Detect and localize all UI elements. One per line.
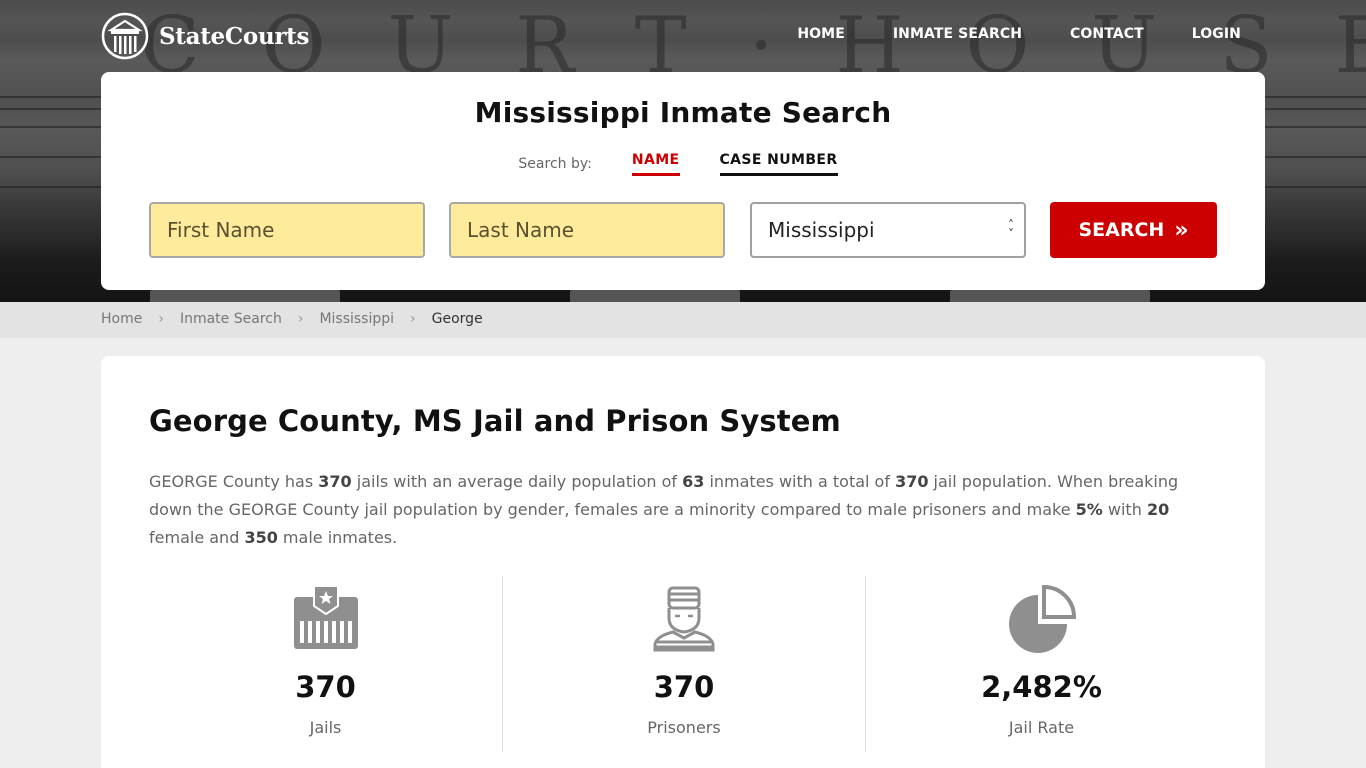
stats-row: 370 Jails 370 Prisoners 2,482% Jail Rate (149, 576, 1217, 752)
content-card: George County, MS Jail and Prison System… (101, 356, 1265, 768)
search-by-tabs: Search by: NAME CASE NUMBER (101, 152, 1265, 176)
stat-label: Jails (309, 718, 342, 737)
search-card: Mississippi Inmate Search Search by: NAM… (101, 72, 1265, 290)
stat-jail-rate: 2,482% Jail Rate (865, 576, 1217, 752)
stat-value: 370 (295, 670, 356, 704)
county-summary: GEORGE County has 370 jails with an aver… (149, 468, 1224, 552)
tab-name[interactable]: NAME (631, 152, 680, 176)
first-name-input[interactable] (149, 202, 425, 258)
search-by-label: Search by: (518, 156, 592, 172)
breadcrumb-inmate-search[interactable]: Inmate Search (180, 311, 282, 327)
chevron-right-icon: › (410, 311, 416, 327)
breadcrumb-mississippi[interactable]: Mississippi (319, 311, 394, 327)
summary-male-count: 350 (244, 528, 278, 547)
stat-prisoners: 370 Prisoners (502, 576, 865, 752)
site-logo[interactable]: StateCourts (101, 12, 309, 60)
courthouse-logo-icon (101, 12, 149, 60)
page-title: George County, MS Jail and Prison System (149, 404, 841, 438)
summary-total-population: 370 (895, 472, 929, 491)
nav-inmate-search[interactable]: INMATE SEARCH (893, 26, 1022, 42)
summary-text: inmates with a total of (704, 472, 896, 491)
stat-value: 2,482% (981, 670, 1102, 704)
jail-building-icon (293, 585, 358, 649)
summary-text: with (1102, 500, 1147, 519)
search-title: Mississippi Inmate Search (474, 96, 892, 129)
breadcrumb-bar: Home › Inmate Search › Mississippi › Geo… (0, 302, 1366, 338)
search-button-label: SEARCH (1078, 219, 1165, 241)
breadcrumb-current: George (431, 311, 483, 327)
breadcrumb-home[interactable]: Home (101, 311, 142, 327)
state-select[interactable]: Mississippi ˄ ˅ (750, 202, 1026, 258)
state-select-value: Mississippi (768, 218, 875, 242)
chevron-right-icon: › (297, 311, 304, 327)
summary-text: GEORGE County has (149, 472, 319, 491)
double-chevron-right-icon: » (1174, 217, 1189, 243)
up-down-chevron-icon: ˄ ˅ (1008, 218, 1014, 241)
pie-chart-icon (1008, 584, 1076, 653)
stat-label: Jail Rate (1008, 718, 1075, 737)
stat-value: 370 (653, 670, 715, 704)
main-nav: HOME INMATE SEARCH CONTACT LOGIN (797, 26, 1241, 42)
breadcrumb: Home › Inmate Search › Mississippi › Geo… (101, 311, 483, 327)
summary-text: jails with an average daily population o… (351, 472, 683, 491)
logo-text: StateCourts (159, 22, 310, 50)
summary-female-count: 20 (1146, 500, 1170, 519)
summary-female-percent: 5% (1075, 500, 1103, 519)
tab-case-number[interactable]: CASE NUMBER (719, 152, 838, 176)
nav-contact[interactable]: CONTACT (1070, 26, 1144, 42)
search-button[interactable]: SEARCH » (1050, 202, 1217, 258)
prisoner-icon (653, 586, 715, 652)
summary-jails-count: 370 (318, 472, 352, 491)
summary-avg-population: 63 (682, 472, 705, 491)
last-name-input[interactable] (449, 202, 725, 258)
summary-text: female and (149, 528, 245, 547)
chevron-right-icon: › (158, 311, 164, 327)
stat-jails: 370 Jails (149, 576, 502, 752)
nav-home[interactable]: HOME (797, 26, 845, 42)
stat-label: Prisoners (647, 718, 721, 737)
summary-text: male inmates. (277, 528, 398, 547)
nav-login[interactable]: LOGIN (1192, 26, 1241, 42)
